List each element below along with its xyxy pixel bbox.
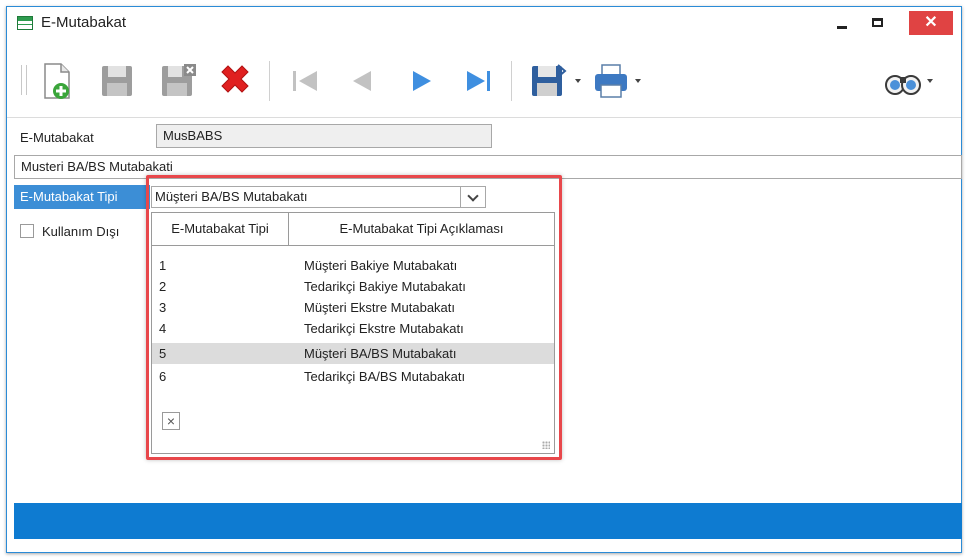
inactive-checkbox[interactable] — [20, 224, 34, 238]
print-button[interactable] — [587, 59, 633, 103]
previous-record-button[interactable] — [337, 59, 383, 103]
find-dropdown[interactable] — [927, 79, 933, 83]
minimize-button[interactable] — [831, 11, 853, 35]
form-window-icon — [17, 16, 33, 30]
next-record-icon — [413, 71, 431, 91]
new-button[interactable] — [33, 59, 79, 103]
last-record-icon — [467, 71, 490, 91]
save-options-button[interactable] — [523, 59, 569, 103]
save-options-icon — [532, 64, 567, 96]
title-bar[interactable]: E-Mutabakat ✕ — [7, 7, 961, 39]
close-button[interactable]: ✕ — [909, 11, 953, 35]
code-label: E-Mutabakat — [20, 130, 94, 145]
save-icon — [102, 66, 132, 96]
toolbar-separator — [511, 61, 512, 101]
delete-icon — [221, 65, 249, 93]
maximize-button[interactable] — [867, 11, 889, 35]
toolbar-grip[interactable] — [21, 65, 27, 95]
print-icon — [595, 64, 627, 98]
new-document-icon — [44, 63, 70, 99]
print-dropdown[interactable] — [635, 79, 641, 83]
save-close-button[interactable] — [153, 59, 199, 103]
next-record-button[interactable] — [397, 59, 443, 103]
inactive-label: Kullanım Dışı — [42, 224, 120, 239]
last-record-button[interactable] — [455, 59, 501, 103]
type-label: E-Mutabakat Tipi — [14, 185, 150, 209]
window-title: E-Mutabakat — [41, 14, 127, 31]
save-delete-icon — [162, 64, 196, 96]
save-options-dropdown[interactable] — [575, 79, 581, 83]
first-record-icon — [293, 71, 317, 91]
save-button[interactable] — [93, 59, 139, 103]
previous-record-icon — [353, 71, 371, 91]
find-icon — [885, 75, 921, 95]
toolbar — [7, 41, 961, 118]
status-bar — [14, 503, 962, 539]
delete-button[interactable] — [211, 59, 257, 103]
find-button[interactable] — [879, 59, 925, 103]
toolbar-separator — [269, 61, 270, 101]
code-field[interactable]: MusBABS — [156, 124, 492, 148]
highlight-box — [146, 175, 562, 460]
first-record-button[interactable] — [281, 59, 327, 103]
